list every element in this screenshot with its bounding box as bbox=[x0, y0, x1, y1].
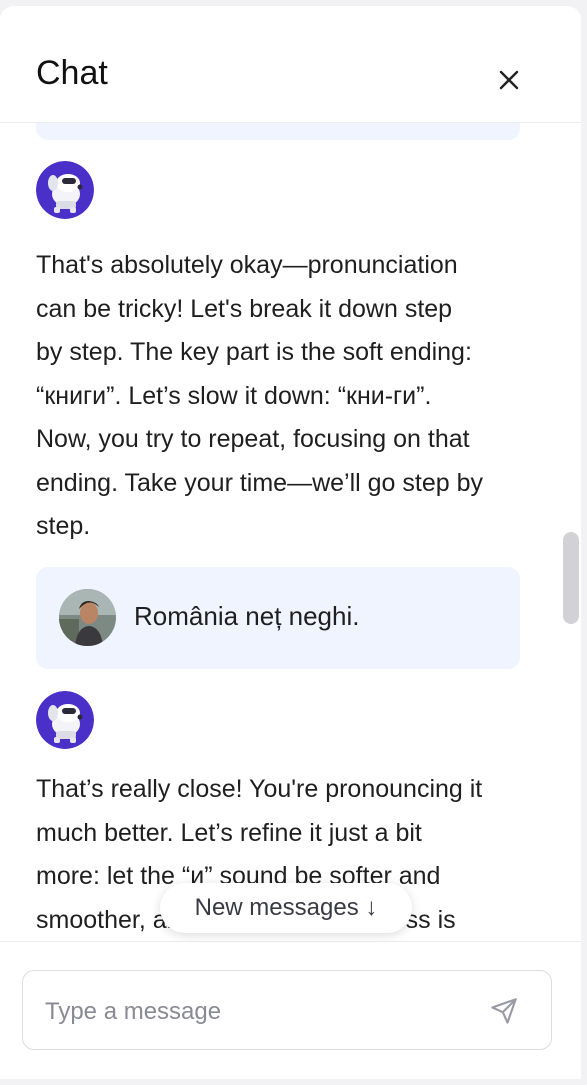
bot-message-text: That's absolutely okay—pronunciation can… bbox=[36, 251, 483, 540]
new-messages-label: New messages ↓ bbox=[194, 894, 378, 921]
scrollbar-thumb[interactable] bbox=[563, 532, 579, 624]
robot-dog-avatar-icon bbox=[36, 161, 94, 219]
composer-divider bbox=[0, 941, 581, 942]
chat-header: Chat bbox=[0, 6, 581, 123]
user-message-text: România neț neghi. bbox=[134, 601, 360, 631]
new-messages-button[interactable]: New messages ↓ bbox=[160, 883, 412, 933]
message-composer bbox=[22, 970, 552, 1050]
close-icon bbox=[499, 70, 519, 90]
close-button[interactable] bbox=[492, 63, 526, 97]
page-title: Chat bbox=[36, 54, 108, 92]
message-input[interactable] bbox=[43, 991, 467, 1033]
robot-dog-avatar-icon bbox=[36, 691, 94, 749]
previous-user-bubble bbox=[36, 123, 520, 140]
send-button[interactable] bbox=[486, 993, 522, 1029]
bot-avatar bbox=[36, 691, 94, 749]
bot-avatar bbox=[36, 161, 94, 219]
user-message-bubble: România neț neghi. bbox=[36, 567, 520, 669]
user-avatar bbox=[59, 589, 116, 646]
user-photo-avatar-icon bbox=[59, 589, 116, 646]
send-icon bbox=[491, 998, 517, 1024]
message-list[interactable]: That's absolutely okay—pronunciation can… bbox=[0, 123, 581, 941]
chat-panel: Chat That's absolutely okay—pronunciatio… bbox=[0, 6, 581, 1079]
